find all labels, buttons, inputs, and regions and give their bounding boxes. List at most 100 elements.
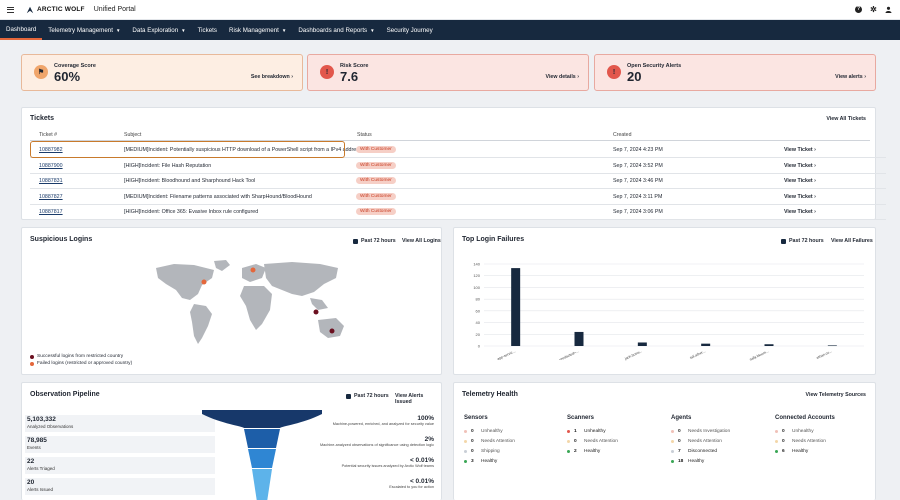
telemetry-status-item[interactable]: 0 Needs Attention	[775, 439, 826, 444]
telemetry-status-item[interactable]: 2 Healthy	[567, 449, 600, 454]
status-count: 0	[678, 429, 681, 434]
x-tick-label: app-servic...	[497, 349, 516, 361]
telemetry-status-item[interactable]: 0 Needs Attention	[671, 439, 722, 444]
score-link[interactable]: View alerts ›	[835, 74, 866, 80]
nav-item-data-exploration[interactable]: Data Exploration ▼	[126, 20, 191, 40]
stage-label: Alerts Issued	[27, 487, 54, 492]
ticket-number-link[interactable]: 10887900	[39, 163, 63, 169]
telemetry-status-item[interactable]: 7 Disconnected	[671, 449, 717, 454]
view-all-tickets-link[interactable]: View All Tickets	[826, 116, 866, 122]
table-row[interactable]: 10887827 [MEDIUM]Incident: Filename patt…	[30, 190, 886, 205]
telemetry-status-item[interactable]: 0 Unhealthy	[464, 429, 503, 434]
table-row[interactable]: 10887817 [HIGH]Incident: Office 365: Eva…	[30, 205, 886, 220]
legend-label: Successful logins from restricted countr…	[37, 354, 124, 359]
view-all-failures-link[interactable]: View All Failures	[831, 238, 873, 244]
bar[interactable]	[574, 331, 584, 346]
status-dot	[464, 440, 467, 443]
successful-login-marker	[329, 328, 335, 334]
menu-icon[interactable]	[7, 6, 14, 13]
y-tick-label: 120	[473, 273, 480, 278]
view-ticket-button[interactable]: View Ticket ›	[784, 194, 816, 200]
status-dot	[775, 450, 778, 453]
telemetry-status-item[interactable]: 0 Needs Investigation	[671, 429, 730, 434]
score-link[interactable]: See breakdown ›	[251, 74, 293, 80]
status-label: Unhealthy	[584, 429, 606, 434]
bar[interactable]	[637, 342, 647, 346]
failed-login-marker	[201, 279, 207, 285]
ticket-number-link[interactable]: 10887817	[39, 209, 63, 215]
nav-item-dashboards-and-reports[interactable]: Dashboards and Reports ▼	[292, 20, 380, 40]
login-failures-chart: 0 20 40 60 80 100 120 140 app-servic... <redacted…	[473, 262, 864, 362]
logo-text: ARCTIC WOLF	[37, 5, 85, 13]
nav-item-label: Dashboards and Reports	[298, 26, 368, 34]
telemetry-status-item[interactable]: 0 Needs Attention	[464, 439, 515, 444]
nav-item-telemetry-management[interactable]: Telemetry Management ▼	[42, 20, 126, 40]
nav-item-tickets[interactable]: Tickets	[192, 20, 223, 40]
nav-item-risk-management[interactable]: Risk Management ▼	[223, 20, 292, 40]
bar[interactable]	[827, 345, 837, 347]
score-link-label: View details	[545, 74, 576, 80]
nav-item-dashboard[interactable]: Dashboard	[0, 20, 43, 40]
view-ticket-button[interactable]: View Ticket ›	[784, 178, 816, 184]
status-count: 0	[574, 439, 577, 444]
question-icon[interactable]: ?	[855, 6, 862, 13]
pipeline-funnel	[202, 410, 322, 500]
nav-item-label: Risk Management	[229, 26, 279, 34]
pipeline-time-filter[interactable]: Past 72 hours	[346, 393, 389, 399]
bar[interactable]	[511, 268, 521, 346]
view-ticket-button[interactable]: View Ticket ›	[784, 163, 816, 169]
bar[interactable]	[764, 344, 774, 346]
view-telemetry-sources-link[interactable]: View Telemetry Sources	[806, 392, 866, 398]
selected-ticket-highlight	[30, 141, 345, 158]
bar[interactable]	[701, 343, 711, 346]
telemetry-group-title: Agents	[671, 415, 692, 421]
telemetry-status-item[interactable]: 18 Healthy	[671, 459, 704, 464]
status-dot	[464, 460, 467, 463]
table-row[interactable]: 10887900 [HIGH]Incident: File Hash Reput…	[30, 159, 886, 174]
telemetry-status-item[interactable]: 0 Needs Attention	[567, 439, 618, 444]
logo[interactable]: ARCTIC WOLF	[26, 6, 85, 14]
ticket-number-link[interactable]: 10887827	[39, 194, 63, 200]
telemetry-status-item[interactable]: 1 Unhealthy	[567, 429, 606, 434]
suspicious-logins-card: Suspicious Logins Past 72 hours View All…	[21, 227, 442, 375]
view-ticket-button[interactable]: View Ticket ›	[784, 209, 816, 215]
status-badge: With Customer	[356, 208, 396, 215]
telemetry-status-item[interactable]: 3 Healthy	[464, 459, 497, 464]
status-badge: With Customer	[356, 146, 396, 153]
column-header-status: Status	[357, 132, 372, 138]
score-value: 7.6	[340, 69, 359, 84]
column-header-subject: Subject	[124, 132, 142, 138]
gear-icon[interactable]: ✲	[870, 6, 877, 14]
status-count: 1	[574, 429, 577, 434]
nav-item-security-journey[interactable]: Security Journey	[381, 20, 439, 40]
asia-shape	[264, 262, 338, 296]
ticket-created: Sep 7, 2024 4:23 PM	[613, 147, 663, 153]
logins-time-filter[interactable]: Past 72 hours	[353, 238, 396, 244]
failures-time-filter[interactable]: Past 72 hours	[781, 238, 824, 244]
status-label: Needs Attention	[584, 439, 618, 444]
telemetry-status-item[interactable]: 6 Healthy	[775, 449, 808, 454]
status-dot	[775, 430, 778, 433]
status-count: 0	[782, 429, 785, 434]
view-ticket-label: View Ticket	[784, 193, 813, 200]
view-ticket-button[interactable]: View Ticket ›	[784, 147, 816, 153]
table-row[interactable]: 10887831 [HIGH]Incident: Bloodhound and …	[30, 174, 886, 189]
nav-item-label: Data Exploration	[132, 26, 179, 34]
telemetry-status-item[interactable]: 0 Unhealthy	[775, 429, 814, 434]
stage-value: 22	[27, 458, 35, 465]
score-link[interactable]: View details ›	[546, 74, 579, 80]
view-all-logins-link[interactable]: View All Logins	[402, 238, 441, 244]
chevron-down-icon: ▼	[181, 27, 186, 33]
stage-label: Analyzed Observations	[27, 424, 74, 429]
stage-value: 78,985	[27, 437, 47, 444]
view-alerts-issued-link[interactable]: View Alerts Issued	[395, 393, 441, 405]
status-dot	[464, 430, 467, 433]
score-link-label: See breakdown	[250, 74, 290, 80]
ticket-created: Sep 7, 2024 3:52 PM	[613, 162, 663, 169]
y-tick-label: 20	[476, 332, 481, 337]
ticket-number-link[interactable]: 10887831	[39, 178, 63, 184]
status-dot	[671, 440, 674, 443]
world-map[interactable]	[152, 258, 362, 360]
user-icon[interactable]	[885, 6, 892, 13]
telemetry-status-item[interactable]: 0 Shipping	[464, 449, 500, 454]
